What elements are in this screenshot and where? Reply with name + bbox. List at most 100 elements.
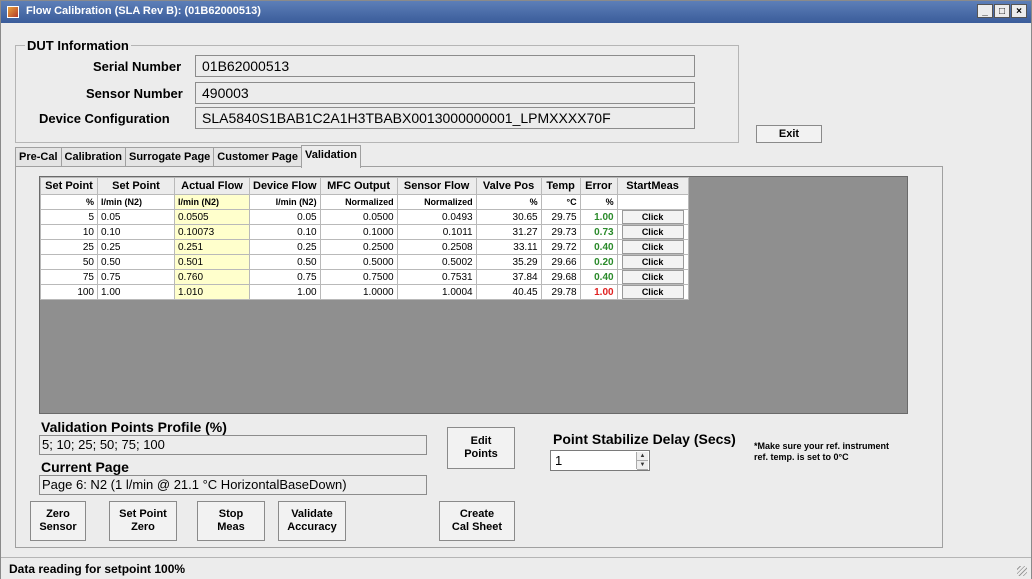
status-bar: Data reading for setpoint 100% <box>1 557 1031 579</box>
cell-sp-pct: 10 <box>40 224 98 240</box>
sensor-number-field[interactable]: 490003 <box>195 82 695 104</box>
validation-profile-label: Validation Points Profile (%) <box>41 419 227 435</box>
unit-cell: l/min (N2) <box>97 194 175 210</box>
device-configuration-field[interactable]: SLA5840S1BAB1C2A1H3TBABX0013000000001_LP… <box>195 107 695 129</box>
title-bar[interactable]: Flow Calibration (SLA Rev B): (01B620005… <box>1 1 1031 23</box>
unit-cell: l/min (N2) <box>249 194 321 210</box>
start-meas-click-button[interactable]: Click <box>621 255 684 269</box>
spin-up-icon[interactable]: ▲ <box>637 452 648 461</box>
tab-validation[interactable]: Validation <box>301 145 361 168</box>
col-header-error[interactable]: Error <box>579 177 618 195</box>
tab-surrogate-page[interactable]: Surrogate Page <box>124 147 215 168</box>
cell-error: 0.40 <box>579 269 618 285</box>
stabilize-delay-value: 1 <box>555 453 563 468</box>
col-header-temp[interactable]: Temp <box>540 177 581 195</box>
app-icon <box>7 6 19 18</box>
col-header-set-point-lmin[interactable]: Set Point <box>97 177 175 195</box>
cell-actual[interactable]: 0.251 <box>174 239 250 255</box>
status-text: Data reading for setpoint 100% <box>9 562 186 576</box>
table-units-row: % l/min (N2) l/min (N2) l/min (N2) Norma… <box>40 194 689 210</box>
exit-button[interactable]: Exit <box>756 125 822 143</box>
col-header-actual-flow[interactable]: Actual Flow <box>174 177 250 195</box>
cell-device: 0.05 <box>249 209 321 225</box>
validation-table: Set Point Set Point Actual Flow Device F… <box>40 177 689 300</box>
current-page-field[interactable]: Page 6: N2 (1 l/min @ 21.1 °C Horizontal… <box>39 475 427 495</box>
device-configuration-label: Device Configuration <box>39 111 170 126</box>
start-meas-click-button[interactable]: Click <box>621 270 684 284</box>
cell-temp: 29.72 <box>540 239 581 255</box>
cell-mfc: 0.2500 <box>319 239 398 255</box>
minimize-button[interactable]: _ <box>977 4 993 18</box>
cell-actual[interactable]: 0.10073 <box>174 224 250 240</box>
tab-pre-cal[interactable]: Pre-Cal <box>15 147 62 168</box>
unit-cell <box>616 194 689 210</box>
stop-meas-label-2: Meas <box>217 521 245 533</box>
table-row: 75 0.75 0.760 0.75 0.7500 0.7531 37.84 29.68 0.4… <box>40 269 689 285</box>
create-cal-sheet-button[interactable]: Create Cal Sheet <box>439 501 515 541</box>
start-meas-click-button[interactable]: Click <box>621 225 684 239</box>
resize-grip-icon[interactable] <box>1017 566 1027 576</box>
zero-sensor-label-2: Sensor <box>39 521 77 533</box>
cell-valve: 37.84 <box>475 269 542 285</box>
edit-points-button[interactable]: Edit Points <box>447 427 515 469</box>
spin-down-icon[interactable]: ▼ <box>637 461 648 470</box>
cell-actual[interactable]: 0.0505 <box>174 209 250 225</box>
note-line-1: *Make sure your ref. instrument <box>754 441 890 451</box>
cell-device: 0.75 <box>249 269 321 285</box>
cell-sp: 0.25 <box>97 239 175 255</box>
table-body: 5 0.05 0.0505 0.05 0.0500 0.0493 30.65 29.75 1.0… <box>40 209 689 300</box>
set-point-zero-label-1: Set Point <box>119 508 167 520</box>
validation-data-grid[interactable]: Set Point Set Point Actual Flow Device F… <box>39 176 908 414</box>
validation-profile-field[interactable]: 5; 10; 25; 50; 75; 100 <box>39 435 427 455</box>
cell-sp-pct: 5 <box>40 209 98 225</box>
cell-start-meas: Click <box>616 269 689 285</box>
cell-sp: 0.05 <box>97 209 175 225</box>
cell-device: 0.50 <box>249 254 321 270</box>
col-header-valve-pos[interactable]: Valve Pos <box>475 177 542 195</box>
zero-sensor-button[interactable]: Zero Sensor <box>30 501 86 541</box>
set-point-zero-label-2: Zero <box>131 521 155 533</box>
dut-information-title: DUT Information <box>25 38 131 53</box>
cell-mfc: 0.0500 <box>319 209 398 225</box>
set-point-zero-button[interactable]: Set Point Zero <box>109 501 177 541</box>
start-meas-click-button[interactable]: Click <box>621 240 684 254</box>
window-title: Flow Calibration (SLA Rev B): (01B620005… <box>26 5 261 17</box>
tab-calibration[interactable]: Calibration <box>60 147 126 168</box>
cell-mfc: 0.7500 <box>319 269 398 285</box>
close-button[interactable]: × <box>1011 4 1027 18</box>
cell-sp-pct: 50 <box>40 254 98 270</box>
cell-error: 1.00 <box>579 284 618 300</box>
cell-actual[interactable]: 1.010 <box>174 284 250 300</box>
col-header-mfc-output[interactable]: MFC Output <box>319 177 398 195</box>
maximize-button[interactable]: □ <box>994 4 1010 18</box>
cell-actual[interactable]: 0.760 <box>174 269 250 285</box>
cell-start-meas: Click <box>616 209 689 225</box>
cell-valve: 30.65 <box>475 209 542 225</box>
create-cal-sheet-label-2: Cal Sheet <box>451 521 503 533</box>
table-row: 25 0.25 0.251 0.25 0.2500 0.2508 33.11 29.72 0.4… <box>40 239 689 255</box>
unit-cell: l/min (N2) <box>174 194 250 210</box>
cell-mfc: 0.1000 <box>319 224 398 240</box>
stop-meas-button[interactable]: Stop Meas <box>197 501 265 541</box>
table-row: 10 0.10 0.10073 0.10 0.1000 0.1011 31.27 29.73 0… <box>40 224 689 240</box>
flow-calibration-window: Flow Calibration (SLA Rev B): (01B620005… <box>0 0 1032 579</box>
unit-cell: Normalized <box>319 194 398 210</box>
col-header-device-flow[interactable]: Device Flow <box>249 177 321 195</box>
unit-cell: % <box>579 194 618 210</box>
cell-error: 0.73 <box>579 224 618 240</box>
unit-cell: % <box>40 194 98 210</box>
validate-accuracy-button[interactable]: Validate Accuracy <box>278 501 346 541</box>
table-row: 5 0.05 0.0505 0.05 0.0500 0.0493 30.65 29.75 1.0… <box>40 209 689 225</box>
stabilize-delay-input[interactable]: 1 ▲ ▼ <box>550 450 650 471</box>
cell-actual[interactable]: 0.501 <box>174 254 250 270</box>
col-header-set-point-pct[interactable]: Set Point <box>40 177 98 195</box>
cell-sensor: 0.5002 <box>396 254 477 270</box>
col-header-sensor-flow[interactable]: Sensor Flow <box>396 177 477 195</box>
start-meas-click-button[interactable]: Click <box>621 285 684 299</box>
tab-customer-page[interactable]: Customer Page <box>213 147 302 168</box>
sensor-number-label: Sensor Number <box>86 86 183 101</box>
start-meas-click-button[interactable]: Click <box>621 210 684 224</box>
col-header-start-meas[interactable]: StartMeas <box>616 177 689 195</box>
cell-sp-pct: 25 <box>40 239 98 255</box>
serial-number-field[interactable]: 01B62000513 <box>195 55 695 77</box>
